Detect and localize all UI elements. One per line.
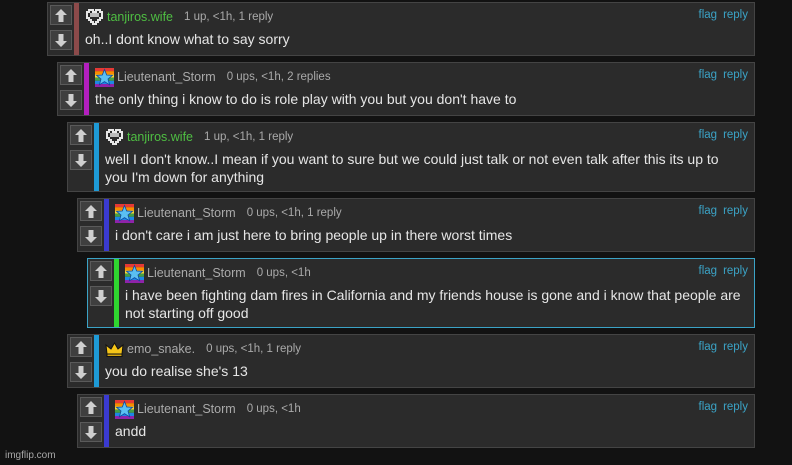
upvote-button[interactable] <box>50 5 72 25</box>
comment-text: you do realise she's 13 <box>105 363 248 379</box>
reply-link[interactable]: reply <box>723 69 748 81</box>
comment-text: oh..I dont know what to say sorry <box>85 31 290 47</box>
pixel-heart-icon <box>86 8 103 25</box>
vote-controls <box>78 395 104 447</box>
reply-link[interactable]: reply <box>723 129 748 141</box>
avatar[interactable] <box>105 128 124 147</box>
arrow-down-icon <box>85 425 97 439</box>
comment-text: i don't care i am just here to bring peo… <box>115 227 513 243</box>
upvote-button[interactable] <box>60 65 82 85</box>
comment: Lieutenant_Storm 0 ups, <1h flag reply an… <box>77 394 755 448</box>
comment: Lieutenant_Storm 0 ups, <1h, 2 replies f… <box>57 62 755 116</box>
comment: Lieutenant_Storm 0 ups, <1h, 1 reply fla… <box>77 198 755 252</box>
arrow-up-icon <box>85 400 97 414</box>
username[interactable]: tanjiros.wife <box>127 130 193 144</box>
comment-stats: 0 ups, <1h, 2 replies <box>226 71 331 83</box>
thread-bar <box>94 123 99 191</box>
arrow-up-icon <box>95 264 107 278</box>
comment-stats: 0 ups, <1h, 1 reply <box>206 343 302 355</box>
upvote-button[interactable] <box>90 261 112 281</box>
arrow-down-icon <box>95 289 107 303</box>
comment-text: i have been fighting dam fires in Califo… <box>125 287 741 321</box>
thread-bar <box>104 199 109 251</box>
flag-link[interactable]: flag <box>699 69 718 81</box>
downvote-button[interactable] <box>90 286 112 306</box>
flag-link[interactable]: flag <box>699 129 718 141</box>
arrow-down-icon <box>75 365 87 379</box>
vote-controls <box>48 3 74 55</box>
username[interactable]: Lieutenant_Storm <box>147 266 246 280</box>
vote-controls <box>58 63 84 115</box>
comment: tanjiros.wife 1 up, <1h, 1 reply flag rep… <box>47 2 755 56</box>
username[interactable]: tanjiros.wife <box>107 10 173 24</box>
comment-stats: 1 up, <1h, 1 reply <box>184 11 274 23</box>
comment-stats: 0 ups, <1h, 1 reply <box>246 207 342 219</box>
comment: tanjiros.wife 1 up, <1h, 1 reply flag rep… <box>67 122 755 192</box>
watermark: imgflip.com <box>5 450 56 461</box>
arrow-down-icon <box>65 93 77 107</box>
arrow-up-icon <box>75 340 87 354</box>
pride-star-icon <box>125 263 144 283</box>
reply-link[interactable]: reply <box>723 401 748 413</box>
upvote-button[interactable] <box>80 201 102 221</box>
comment-text: andd <box>115 423 147 439</box>
avatar[interactable] <box>95 67 114 87</box>
downvote-button[interactable] <box>70 150 92 170</box>
username[interactable]: emo_snake. <box>127 342 195 356</box>
downvote-button[interactable] <box>50 30 72 50</box>
reply-link[interactable]: reply <box>723 265 748 277</box>
comment-stats: 0 ups, <1h <box>246 403 301 415</box>
arrow-up-icon <box>85 204 97 218</box>
arrow-down-icon <box>55 33 67 47</box>
vote-controls <box>88 259 114 327</box>
vote-controls <box>68 123 94 191</box>
flag-link[interactable]: flag <box>699 341 718 353</box>
pixel-heart-icon <box>106 128 123 145</box>
upvote-button[interactable] <box>70 125 92 145</box>
comment: Lieutenant_Storm 0 ups, <1h flag reply i … <box>87 258 755 328</box>
thread-bar <box>104 395 109 447</box>
avatar[interactable] <box>125 263 144 283</box>
arrow-up-icon <box>55 8 67 22</box>
thread-bar <box>114 259 119 327</box>
downvote-button[interactable] <box>80 226 102 246</box>
upvote-button[interactable] <box>70 337 92 357</box>
pride-star-icon <box>115 203 134 223</box>
arrow-up-icon <box>65 68 77 82</box>
username[interactable]: Lieutenant_Storm <box>137 402 236 416</box>
reply-link[interactable]: reply <box>723 341 748 353</box>
thread-bar <box>94 335 99 387</box>
pride-star-icon <box>115 399 134 419</box>
flag-link[interactable]: flag <box>699 9 718 21</box>
flag-link[interactable]: flag <box>699 265 718 277</box>
reply-link[interactable]: reply <box>723 9 748 21</box>
upvote-button[interactable] <box>80 397 102 417</box>
username[interactable]: Lieutenant_Storm <box>117 70 216 84</box>
avatar[interactable] <box>105 340 124 359</box>
avatar[interactable] <box>85 8 104 27</box>
avatar[interactable] <box>115 203 134 223</box>
arrow-down-icon <box>85 229 97 243</box>
thread-bar <box>84 63 89 115</box>
comment: emo_snake. 0 ups, <1h, 1 reply flag reply… <box>67 334 755 388</box>
comment-text: well I don't know..I mean if you want to… <box>105 151 719 185</box>
flag-link[interactable]: flag <box>699 401 718 413</box>
thread-bar <box>74 3 79 55</box>
comment-text: the only thing i know to do is role play… <box>95 91 517 107</box>
crown-icon <box>105 341 124 357</box>
username[interactable]: Lieutenant_Storm <box>137 206 236 220</box>
downvote-button[interactable] <box>80 422 102 442</box>
downvote-button[interactable] <box>60 90 82 110</box>
comment-stats: 1 up, <1h, 1 reply <box>204 131 294 143</box>
avatar[interactable] <box>115 399 134 419</box>
comment-stats: 0 ups, <1h <box>256 267 311 279</box>
vote-controls <box>68 335 94 387</box>
flag-link[interactable]: flag <box>699 205 718 217</box>
downvote-button[interactable] <box>70 362 92 382</box>
arrow-up-icon <box>75 128 87 142</box>
reply-link[interactable]: reply <box>723 205 748 217</box>
arrow-down-icon <box>75 153 87 167</box>
pride-star-icon <box>95 67 114 87</box>
vote-controls <box>78 199 104 251</box>
